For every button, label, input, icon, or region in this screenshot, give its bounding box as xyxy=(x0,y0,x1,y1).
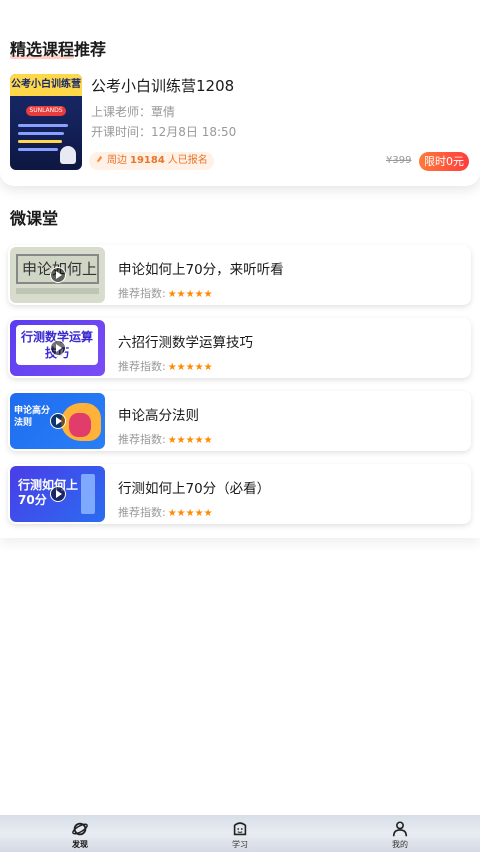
signup-suffix: 人已报名 xyxy=(167,155,208,166)
promo-price-button[interactable]: 限时0元 xyxy=(419,152,469,171)
play-icon[interactable] xyxy=(49,486,66,502)
person-icon xyxy=(392,820,408,836)
lesson-title[interactable]: 申论如何上70分，来听听看 xyxy=(118,258,284,278)
list-item[interactable]: 申论高分法则 申论高分法则 推荐指数: ★★★★★ xyxy=(8,391,471,451)
signup-count: 19184 xyxy=(130,155,165,166)
tab-study[interactable]: 学习 xyxy=(160,815,320,852)
lesson-rating: 推荐指数: ★★★★★ xyxy=(118,504,213,520)
lesson-thumbnail[interactable]: 行测如何上70分 xyxy=(10,466,105,522)
tab-label: 学习 xyxy=(232,839,248,849)
lesson-title[interactable]: 申论高分法则 xyxy=(118,404,199,424)
thumbnail-line xyxy=(18,132,64,135)
lesson-title[interactable]: 六招行测数学运算技巧 xyxy=(118,331,253,351)
thumbnail-text: 申论高分法则 xyxy=(14,406,51,428)
list-item[interactable]: 申论如何上70 申论如何上70分，来听听看 推荐指数:★★★★★ xyxy=(8,245,471,305)
star-icon: ★★★★★ xyxy=(167,289,213,300)
original-price: ¥399 xyxy=(386,155,412,166)
thumbnail-title: 公考小白训练营 xyxy=(10,74,82,96)
lesson-title[interactable]: 行测如何上70分（必看） xyxy=(118,477,270,497)
play-icon[interactable] xyxy=(49,267,66,283)
thumbnail-illustration xyxy=(69,413,91,437)
lesson-thumbnail[interactable]: 申论高分法则 xyxy=(10,393,105,449)
lesson-thumbnail[interactable]: 申论如何上70 xyxy=(10,247,105,303)
course-teacher: 上课老师：覃倩 xyxy=(91,105,176,119)
featured-course-thumbnail[interactable]: 公考小白训练营 SUNLANDS xyxy=(10,74,82,170)
star-icon: ★★★★★ xyxy=(167,435,213,446)
thumbnail-strip xyxy=(16,288,99,294)
star-icon: ★★★★★ xyxy=(167,508,213,519)
lesson-rating: 推荐指数: ★★★★★ xyxy=(118,358,213,374)
signup-prefix: 周边 xyxy=(107,155,127,166)
list-item[interactable]: 行测数学运算技巧 六招行测数学运算技巧 推荐指数:★★★★★ xyxy=(8,318,471,378)
thumbnail-line xyxy=(18,148,58,151)
rating-label: 推荐指数: xyxy=(118,287,166,300)
tab-label: 我的 xyxy=(392,839,408,849)
rating-label: 推荐指数: xyxy=(118,433,166,446)
signup-count-badge: 周边 19184 人已报名 xyxy=(89,152,214,170)
thumbnail-badge: SUNLANDS xyxy=(26,106,66,116)
planet-icon xyxy=(72,822,88,835)
rating-label: 推荐指数: xyxy=(118,506,166,519)
star-icon: ★★★★★ xyxy=(167,362,213,373)
play-icon[interactable] xyxy=(49,340,66,356)
featured-course-title[interactable]: 公考小白训练营1208 xyxy=(91,75,234,96)
lesson-rating: 推荐指数: ★★★★★ xyxy=(118,431,213,447)
thumbnail-figure xyxy=(60,146,76,164)
course-start-time: 开课时间：12月8日 18:50 xyxy=(91,125,237,139)
tab-profile[interactable]: 我的 xyxy=(320,815,480,852)
list-item[interactable]: 行测如何上70分 行测如何上70分（必看） 推荐指数: ★★★★★ xyxy=(8,464,471,524)
book-icon xyxy=(233,821,247,835)
tab-discover[interactable]: 发现 xyxy=(0,815,160,852)
thumbnail-line xyxy=(18,140,62,143)
thumbnail-illustration xyxy=(81,474,95,514)
flame-icon xyxy=(95,152,104,170)
featured-section: 精选课程推荐 公考小白训练营 SUNLANDS 公考小白训练营1208 上课老师… xyxy=(0,0,480,186)
lesson-rating: 推荐指数: ★★★★★ xyxy=(118,285,213,301)
micro-section-title: 微课堂 xyxy=(10,209,59,228)
featured-section-title: 精选课程推荐 xyxy=(10,40,107,59)
lesson-thumbnail[interactable]: 行测数学运算技巧 xyxy=(10,320,105,376)
tab-label: 发现 xyxy=(72,839,88,849)
bottom-nav: 发现 学习 我的 xyxy=(0,815,480,852)
rating-label: 推荐指数: xyxy=(118,360,166,373)
play-icon[interactable] xyxy=(49,413,66,429)
thumbnail-line xyxy=(18,124,68,127)
